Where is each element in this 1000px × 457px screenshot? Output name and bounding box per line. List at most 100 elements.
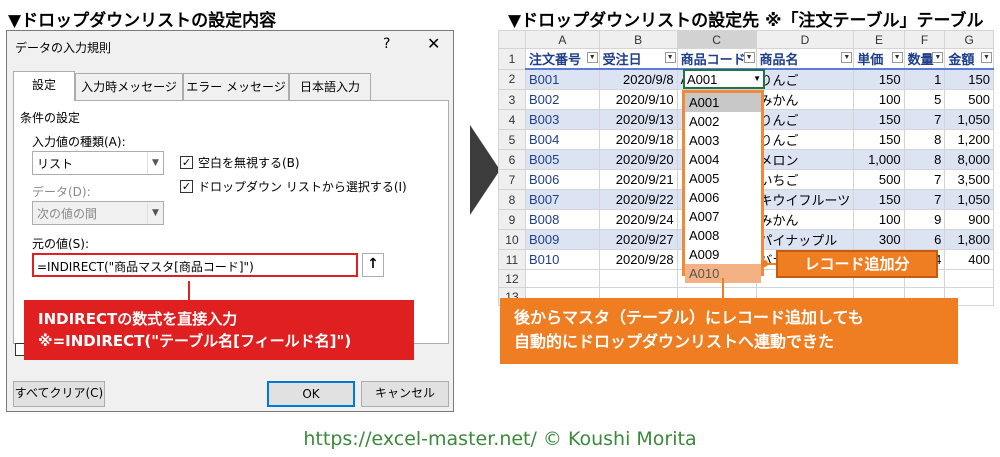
cell[interactable]: みかん (755, 89, 855, 110)
cell[interactable]: メロン (755, 149, 855, 170)
cell[interactable]: 2020/9/8 (598, 68, 678, 90)
cell[interactable]: 8 (903, 129, 946, 150)
cell[interactable]: パイナップル (755, 229, 855, 250)
table-header-cell[interactable]: 数量 ▼ (903, 48, 946, 70)
filter-icon[interactable]: ▼ (841, 52, 853, 63)
cell[interactable]: 3,500 (944, 169, 994, 190)
tab-ime[interactable]: 日本語入力 (289, 73, 371, 101)
cell[interactable]: 300 (853, 229, 905, 250)
cell[interactable]: 2020/9/20 (598, 149, 678, 170)
cell[interactable]: 1,050 (944, 109, 994, 130)
cell[interactable]: キウイフルーツ (755, 189, 855, 210)
cell[interactable]: 7 (903, 189, 946, 210)
col-header[interactable]: B (598, 30, 678, 49)
dropdown-option[interactable]: A008 (685, 226, 761, 245)
cell[interactable]: 9 (903, 209, 946, 230)
cell[interactable]: B002 (524, 89, 600, 110)
corner[interactable] (498, 30, 526, 49)
cell[interactable]: 2020/9/13 (598, 109, 678, 130)
table-header-cell[interactable]: 商品名 ▼ (755, 48, 855, 70)
cancel-button[interactable]: キャンセル (361, 381, 449, 407)
collapse-dialog-icon[interactable]: ↑ (362, 253, 384, 277)
cell[interactable]: 100 (853, 209, 905, 230)
cell[interactable]: B001 (524, 68, 600, 90)
table-header-cell[interactable]: 金額 ▼ (944, 48, 994, 70)
cell[interactable]: 7 (903, 109, 946, 130)
cell[interactable]: 2020/9/22 (598, 189, 678, 210)
cell[interactable]: 2020/9/10 (598, 89, 678, 110)
cell[interactable]: りんご (755, 68, 855, 90)
row-header[interactable]: 1 (498, 48, 526, 70)
cell[interactable]: 6 (903, 229, 946, 250)
dropdown-option[interactable]: A003 (685, 131, 761, 150)
type-select[interactable]: リスト ▼ (32, 151, 164, 175)
col-header[interactable]: D (755, 30, 855, 49)
cell[interactable]: 150 (853, 189, 905, 210)
cell[interactable]: B007 (524, 189, 600, 210)
cell[interactable]: 2020/9/27 (598, 229, 678, 250)
col-header[interactable]: G (944, 30, 994, 49)
cell[interactable]: 8 (903, 149, 946, 170)
dropdown-option[interactable]: A006 (685, 188, 761, 207)
dropdown-list[interactable]: A001 A002 A003 A004 A005 A006 A007 A008 A009 A010 (682, 90, 764, 283)
cell[interactable] (598, 269, 678, 288)
cell[interactable]: 150 (853, 109, 905, 130)
cell[interactable] (524, 269, 600, 288)
source-input[interactable]: =INDIRECT("商品マスタ[商品コード]") (32, 253, 358, 277)
col-header[interactable]: F (903, 30, 946, 49)
row-header[interactable]: 3 (498, 89, 526, 110)
cell[interactable]: いちご (755, 169, 855, 190)
cell[interactable]: 2020/9/21 (598, 169, 678, 190)
cell[interactable]: 7 (903, 169, 946, 190)
tab-settings[interactable]: 設定 (13, 71, 75, 101)
filter-icon[interactable]: ▼ (743, 52, 755, 63)
row-header[interactable]: 12 (498, 269, 526, 288)
cell[interactable]: りんご (755, 109, 855, 130)
cell[interactable]: 150 (853, 129, 905, 150)
table-header-cell[interactable]: 商品コード ▼ (676, 48, 757, 70)
cell[interactable]: 2020/9/24 (598, 209, 678, 230)
row-header[interactable]: 5 (498, 129, 526, 150)
cell[interactable]: 1,050 (944, 189, 994, 210)
cell[interactable]: 500 (853, 169, 905, 190)
chevron-down-icon[interactable]: ▼ (753, 74, 761, 83)
tab-error-message[interactable]: エラー メッセージ (183, 73, 289, 101)
cell[interactable]: 100 (853, 89, 905, 110)
dropdown-checkbox[interactable]: ✓ (180, 180, 193, 193)
dropdown-option[interactable]: A001 (685, 93, 761, 112)
cell[interactable]: B004 (524, 129, 600, 150)
ignore-blank-checkbox[interactable]: ✓ (180, 156, 193, 169)
cell[interactable] (944, 269, 994, 288)
close-icon[interactable]: ✕ (427, 34, 440, 53)
row-header[interactable]: 11 (498, 249, 526, 270)
cell[interactable]: 1,200 (944, 129, 994, 150)
filter-icon[interactable]: ▼ (586, 52, 598, 63)
cell[interactable]: 400 (944, 249, 994, 270)
cell[interactable]: B010 (524, 249, 600, 270)
row-header[interactable]: 4 (498, 109, 526, 130)
cell[interactable]: 900 (944, 209, 994, 230)
cell[interactable]: B008 (524, 209, 600, 230)
table-header-cell[interactable]: 単価 ▼ (853, 48, 905, 70)
cell[interactable]: みかん (755, 209, 855, 230)
cell[interactable]: B003 (524, 109, 600, 130)
cell[interactable]: 1 (903, 68, 946, 90)
filter-icon[interactable]: ▼ (664, 52, 676, 63)
row-header[interactable]: 8 (498, 189, 526, 210)
dropdown-option[interactable]: A004 (685, 150, 761, 169)
row-header[interactable]: 10 (498, 229, 526, 250)
cell[interactable]: 2020/9/18 (598, 129, 678, 150)
cell[interactable]: B006 (524, 169, 600, 190)
cell[interactable]: 8,000 (944, 149, 994, 170)
row-header[interactable]: 9 (498, 209, 526, 230)
tab-input-message[interactable]: 入力時メッセージ (75, 73, 183, 101)
col-header[interactable]: A (524, 30, 600, 49)
cell[interactable]: 5 (903, 89, 946, 110)
table-header-cell[interactable]: 受注日 ▼ (598, 48, 678, 70)
filter-icon[interactable]: ▼ (981, 52, 992, 63)
row-header[interactable]: 7 (498, 169, 526, 190)
cell[interactable]: 2020/9/28 (598, 249, 678, 270)
row-header[interactable]: 6 (498, 149, 526, 170)
cell[interactable]: 150 (944, 68, 994, 90)
cell[interactable]: 500 (944, 89, 994, 110)
